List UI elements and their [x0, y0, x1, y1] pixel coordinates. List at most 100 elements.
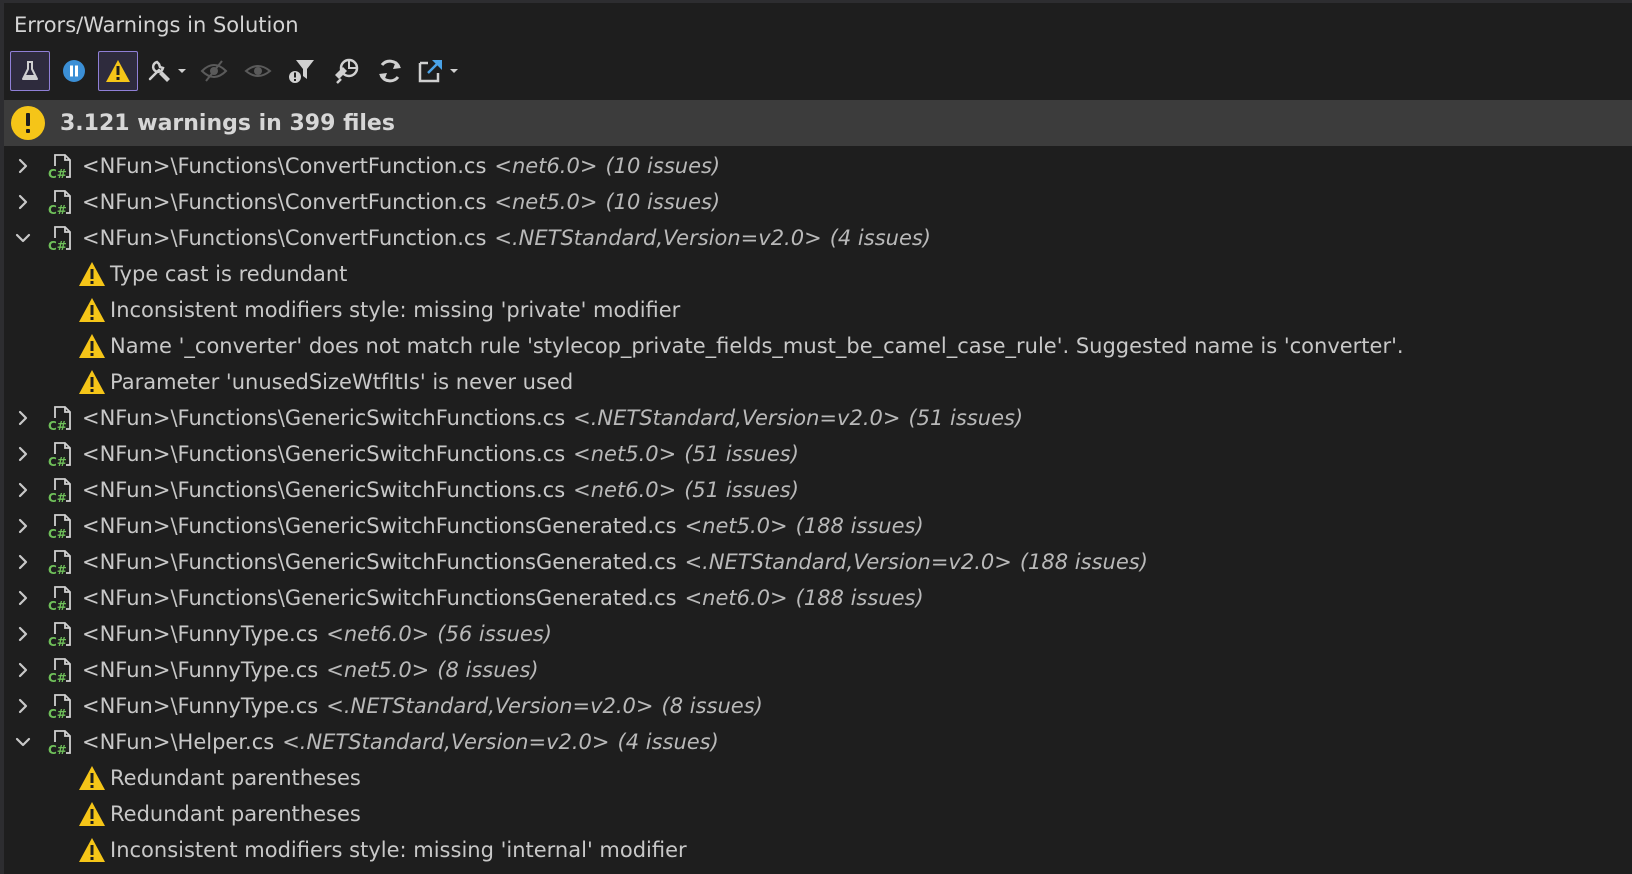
issue-count: (8 issues): [661, 694, 763, 718]
issue-row[interactable]: Parameter 'unusedSizeWtfItIs' is never u…: [4, 364, 1632, 400]
issue-row[interactable]: Name 'DefaultCapacity' does not match ru…: [4, 868, 1632, 874]
issue-row[interactable]: Type cast is redundant: [4, 256, 1632, 292]
filter-severity-icon: [289, 60, 314, 83]
chevron-right-icon[interactable]: [12, 695, 34, 717]
summary-text: 3.121 warnings in 399 files: [60, 110, 395, 136]
csharp-file-icon: C#: [48, 406, 71, 432]
issues-tree: C# <NFun>\Functions\ConvertFunction.cs <…: [4, 146, 1632, 874]
svg-text:C#: C#: [48, 203, 67, 216]
chevron-down-icon[interactable]: [12, 227, 34, 249]
svg-text:C#: C#: [48, 491, 67, 504]
target-framework: <.NETStandard,Version=v2.0>: [326, 694, 654, 718]
csharp-file-icon: C#: [48, 658, 71, 684]
file-path: <NFun>\Functions\GenericSwitchFunctionsG…: [82, 514, 677, 538]
file-path: <NFun>\Functions\GenericSwitchFunctions.…: [82, 406, 566, 430]
file-row[interactable]: C# <NFun>\Functions\GenericSwitchFunctio…: [4, 400, 1632, 436]
file-path: <NFun>\FunnyType.cs: [82, 622, 319, 646]
summary-bar: 3.121 warnings in 399 files: [4, 100, 1632, 146]
warning-icon: [79, 298, 105, 322]
issue-row[interactable]: Inconsistent modifiers style: missing 'i…: [4, 832, 1632, 868]
issue-count: (188 issues): [1019, 550, 1148, 574]
svg-text:C#: C#: [48, 455, 67, 468]
issue-text: Name '_converter' does not match rule 's…: [110, 334, 1404, 358]
export-dropdown-button[interactable]: [414, 51, 462, 91]
issue-row[interactable]: Redundant parentheses: [4, 796, 1632, 832]
flask-button[interactable]: [10, 51, 50, 91]
issue-count: (51 issues): [684, 442, 799, 466]
file-row[interactable]: C# <NFun>\FunnyType.cs <net6.0> (56 issu…: [4, 616, 1632, 652]
flask-icon: [22, 61, 38, 80]
file-row[interactable]: C# <NFun>\Functions\ConvertFunction.cs <…: [4, 220, 1632, 256]
pause-icon: [63, 60, 85, 82]
warning-circle-icon: [11, 106, 45, 140]
csharp-file-icon: C#: [48, 226, 71, 252]
issue-row[interactable]: Name '_converter' does not match rule 's…: [4, 328, 1632, 364]
svg-text:C#: C#: [48, 599, 67, 612]
issue-row[interactable]: Redundant parentheses: [4, 760, 1632, 796]
hide-icon: [200, 60, 228, 82]
file-row[interactable]: C# <NFun>\Functions\GenericSwitchFunctio…: [4, 544, 1632, 580]
target-framework: <net5.0>: [494, 190, 598, 214]
issue-text: Inconsistent modifiers style: missing 'p…: [110, 298, 681, 322]
issue-count: (10 issues): [605, 154, 721, 178]
issue-row[interactable]: Inconsistent modifiers style: missing 'p…: [4, 292, 1632, 328]
csharp-file-icon: C#: [48, 154, 71, 180]
issue-count: (51 issues): [684, 478, 799, 502]
chevron-right-icon[interactable]: [12, 479, 34, 501]
file-path: <NFun>\FunnyType.cs: [82, 694, 319, 718]
chevron-right-icon[interactable]: [12, 155, 34, 177]
warning-filter-icon: [106, 60, 130, 82]
hide-button[interactable]: [194, 51, 234, 91]
svg-text:C#: C#: [48, 743, 67, 756]
target-framework: <.NETStandard,Version=v2.0>: [573, 406, 901, 430]
pause-button[interactable]: [54, 51, 94, 91]
show-button[interactable]: [238, 51, 278, 91]
file-row[interactable]: C# <NFun>\Functions\ConvertFunction.cs <…: [4, 184, 1632, 220]
chevron-right-icon[interactable]: [12, 515, 34, 537]
target-framework: <net5.0>: [326, 658, 430, 682]
chevron-right-icon[interactable]: [12, 443, 34, 465]
issue-count: (188 issues): [795, 586, 924, 610]
warning-icon: [79, 262, 105, 286]
file-path: <NFun>\Helper.cs: [82, 730, 275, 754]
file-row[interactable]: C# <NFun>\Functions\GenericSwitchFunctio…: [4, 580, 1632, 616]
csharp-file-icon: C#: [48, 550, 71, 576]
svg-text:C#: C#: [48, 167, 67, 180]
chevron-right-icon[interactable]: [12, 623, 34, 645]
tools-dropdown-button[interactable]: [142, 51, 190, 91]
issue-text: Redundant parentheses: [110, 766, 361, 790]
issue-count: (10 issues): [605, 190, 721, 214]
refresh-button[interactable]: [370, 51, 410, 91]
target-framework: <net6.0>: [326, 622, 430, 646]
file-row[interactable]: C# <NFun>\Functions\GenericSwitchFunctio…: [4, 436, 1632, 472]
refresh-icon: [379, 59, 401, 83]
chevron-right-icon[interactable]: [12, 407, 34, 429]
chevron-right-icon[interactable]: [12, 551, 34, 573]
chevron-right-icon[interactable]: [12, 659, 34, 681]
chevron-down-icon[interactable]: [12, 731, 34, 753]
file-path: <NFun>\Functions\GenericSwitchFunctions.…: [82, 478, 566, 502]
export-dropdown-icon: [418, 60, 458, 83]
chevron-right-icon[interactable]: [12, 191, 34, 213]
file-row[interactable]: C# <NFun>\Helper.cs <.NETStandard,Versio…: [4, 724, 1632, 760]
file-row[interactable]: C# <NFun>\Functions\GenericSwitchFunctio…: [4, 508, 1632, 544]
file-row[interactable]: C# <NFun>\FunnyType.cs <net5.0> (8 issue…: [4, 652, 1632, 688]
file-row[interactable]: C# <NFun>\Functions\ConvertFunction.cs <…: [4, 148, 1632, 184]
issue-count: (51 issues): [908, 406, 1024, 430]
warnings-filter-button[interactable]: [98, 51, 138, 91]
csharp-file-icon: C#: [48, 442, 71, 468]
target-framework: <.NETStandard,Version=v2.0>: [282, 730, 610, 754]
csharp-file-icon: C#: [48, 694, 71, 720]
issue-text: Inconsistent modifiers style: missing 'i…: [110, 838, 687, 862]
errors-warnings-panel: Errors/Warnings in Solution 3.121 warnin…: [0, 0, 1632, 874]
severity-filter-button[interactable]: [282, 51, 322, 91]
file-row[interactable]: C# <NFun>\FunnyType.cs <.NETStandard,Ver…: [4, 688, 1632, 724]
svg-text:C#: C#: [48, 527, 67, 540]
warning-icon: [79, 802, 105, 826]
panel-title: Errors/Warnings in Solution: [14, 13, 299, 37]
group-by-button[interactable]: [326, 51, 366, 91]
chevron-right-icon[interactable]: [12, 587, 34, 609]
file-path: <NFun>\Functions\ConvertFunction.cs: [82, 190, 487, 214]
file-row[interactable]: C# <NFun>\Functions\GenericSwitchFunctio…: [4, 472, 1632, 508]
file-path: <NFun>\Functions\ConvertFunction.cs: [82, 154, 487, 178]
